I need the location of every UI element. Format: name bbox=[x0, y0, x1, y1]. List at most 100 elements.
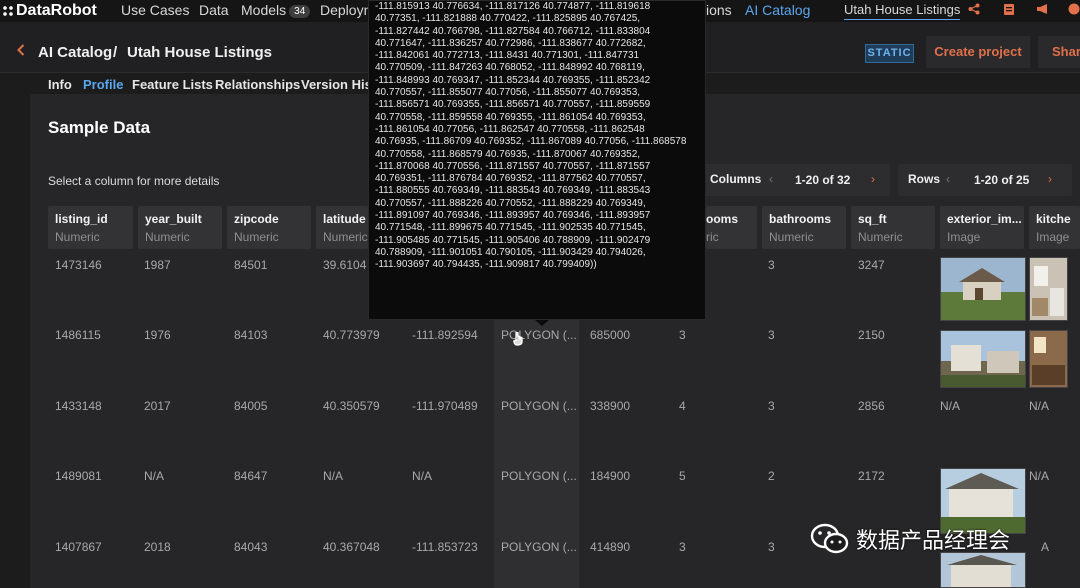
watermark-text: 数据产品经理会 bbox=[856, 528, 1011, 553]
table-cell[interactable]: POLYGON (... bbox=[501, 399, 577, 413]
share-button[interactable]: Share bbox=[1038, 36, 1080, 68]
table-cell[interactable]: 1407867 bbox=[55, 540, 102, 554]
tooltip-line: 40.769351, -111.876784 40.769352, -111.8… bbox=[375, 173, 646, 185]
table-cell[interactable]: 40.350579 bbox=[323, 399, 380, 413]
mouse-cursor-icon bbox=[513, 332, 523, 346]
table-cell[interactable]: 1473146 bbox=[55, 258, 102, 272]
nav-models[interactable]: Models 34 bbox=[241, 2, 311, 18]
column-header-listing-id[interactable]: listing_id Numeric bbox=[48, 206, 133, 249]
column-header-latitude[interactable]: latitude Numeric bbox=[316, 206, 368, 249]
column-header-bedrooms[interactable]: ooms ric bbox=[706, 206, 757, 249]
table-cell[interactable]: 4 bbox=[679, 399, 686, 413]
kitchen-image-thumbnail[interactable] bbox=[1029, 257, 1068, 321]
columns-next-chevron-icon[interactable]: › bbox=[871, 172, 875, 186]
brand-logo[interactable]: DataRobot bbox=[0, 1, 97, 21]
column-header-sq-ft[interactable]: sq_ft Numeric bbox=[851, 206, 935, 249]
back-chevron-icon[interactable] bbox=[17, 43, 25, 61]
table-cell[interactable]: 1987 bbox=[144, 258, 171, 272]
column-type: Image bbox=[947, 230, 981, 244]
kitchen-image-thumbnail[interactable] bbox=[1029, 330, 1068, 388]
table-cell[interactable]: 1489081 bbox=[55, 469, 102, 483]
table-cell[interactable]: 2172 bbox=[858, 469, 885, 483]
table-cell[interactable]: 3 bbox=[679, 540, 686, 554]
table-cell[interactable]: 685000 bbox=[590, 328, 630, 342]
exterior-image-thumbnail[interactable] bbox=[940, 330, 1026, 388]
table-cell[interactable]: 3 bbox=[679, 328, 686, 342]
nav-deployments[interactable]: Deployn bbox=[320, 2, 371, 18]
table-cell[interactable]: 2018 bbox=[144, 540, 171, 554]
column-name: ooms bbox=[706, 212, 739, 226]
table-cell[interactable]: N/A bbox=[323, 469, 343, 483]
table-cell[interactable]: 84103 bbox=[234, 328, 267, 342]
document-icon[interactable] bbox=[1003, 3, 1015, 19]
table-cell[interactable]: 84647 bbox=[234, 469, 267, 483]
table-cell[interactable]: 5 bbox=[679, 469, 686, 483]
table-cell[interactable]: 338900 bbox=[590, 399, 630, 413]
tab-relationships[interactable]: Relationships bbox=[215, 77, 300, 92]
column-header-zipcode[interactable]: zipcode Numeric bbox=[227, 206, 311, 249]
table-cell[interactable]: 84501 bbox=[234, 258, 267, 272]
nav-data[interactable]: Data bbox=[199, 2, 229, 18]
column-type: ric bbox=[706, 230, 719, 244]
table-cell[interactable]: N/A bbox=[1029, 399, 1049, 413]
table-cell[interactable]: 3247 bbox=[858, 258, 885, 272]
column-header-bathrooms[interactable]: bathrooms Numeric bbox=[762, 206, 846, 249]
table-cell[interactable]: 2017 bbox=[144, 399, 171, 413]
tab-feature-lists[interactable]: Feature Lists bbox=[132, 77, 213, 92]
megaphone-icon[interactable] bbox=[1036, 3, 1050, 18]
table-cell[interactable]: POLYGON (... bbox=[501, 540, 577, 554]
table-cell[interactable]: 414890 bbox=[590, 540, 630, 554]
table-cell[interactable]: 2150 bbox=[858, 328, 885, 342]
tooltip-line: 40.771647, -111.836257 40.772986, -111.8… bbox=[375, 37, 646, 49]
nav-applications[interactable]: ions bbox=[706, 2, 732, 18]
table-cell[interactable]: -111.853723 bbox=[412, 540, 478, 554]
create-project-button[interactable]: Create project bbox=[926, 36, 1030, 68]
table-cell[interactable]: N/A bbox=[412, 469, 432, 483]
table-cell[interactable]: -111.892594 bbox=[412, 328, 478, 342]
column-header-year-built[interactable]: year_built Numeric bbox=[138, 206, 222, 249]
nav-ai-catalog[interactable]: AI Catalog bbox=[745, 2, 810, 18]
share-network-icon[interactable] bbox=[968, 3, 980, 18]
table-cell[interactable]: 184900 bbox=[590, 469, 630, 483]
table-cell[interactable]: 39.6104 bbox=[323, 258, 366, 272]
table-cell[interactable]: POLYGON (... bbox=[501, 469, 577, 483]
table-cell[interactable]: 1976 bbox=[144, 328, 171, 342]
breadcrumb-ai-catalog[interactable]: AI Catalog bbox=[38, 44, 112, 61]
table-cell[interactable]: 1486115 bbox=[55, 328, 101, 342]
exterior-image-thumbnail[interactable] bbox=[940, 552, 1026, 588]
table-cell[interactable]: 1433148 bbox=[55, 399, 102, 413]
table-cell[interactable]: A bbox=[1041, 540, 1049, 554]
table-cell[interactable]: 3 bbox=[768, 328, 775, 342]
table-cell[interactable]: 2 bbox=[768, 469, 775, 483]
table-cell[interactable]: 40.773979 bbox=[323, 328, 380, 342]
nav-use-cases[interactable]: Use Cases bbox=[121, 2, 189, 18]
tooltip-line: 40.77351, -111.821888 40.770422, -111.82… bbox=[375, 13, 641, 25]
column-header-exterior-image[interactable]: exterior_im... Image bbox=[940, 206, 1024, 249]
project-selector[interactable]: Utah House Listings bbox=[844, 2, 961, 20]
table-cell[interactable]: N/A bbox=[1029, 469, 1049, 483]
watermark: 数据产品经理会 bbox=[810, 522, 1010, 556]
table-cell[interactable]: 3 bbox=[768, 399, 775, 413]
models-count-badge: 34 bbox=[289, 5, 311, 18]
tooltip-text: -111.815913 40.776634, -111.817126 40.77… bbox=[375, 1, 705, 272]
table-cell[interactable]: -111.970489 bbox=[412, 399, 478, 413]
tab-info[interactable]: Info bbox=[48, 77, 72, 92]
help-icon[interactable] bbox=[1068, 3, 1080, 18]
table-cell[interactable]: 3 bbox=[768, 258, 775, 272]
table-cell[interactable]: N/A bbox=[940, 399, 960, 413]
table-cell[interactable]: 2856 bbox=[858, 399, 885, 413]
columns-prev-chevron-icon[interactable]: ‹ bbox=[769, 172, 773, 186]
rows-prev-chevron-icon[interactable]: ‹ bbox=[946, 172, 950, 186]
tab-version-history[interactable]: Version Hist bbox=[301, 77, 376, 92]
rows-next-chevron-icon[interactable]: › bbox=[1048, 172, 1052, 186]
table-cell[interactable]: N/A bbox=[144, 469, 164, 483]
table-cell[interactable]: 84005 bbox=[234, 399, 267, 413]
select-column-hint: Select a column for more details bbox=[48, 174, 220, 188]
column-header-kitchen-image[interactable]: kitche Image bbox=[1029, 206, 1080, 249]
table-cell[interactable]: 3 bbox=[768, 540, 775, 554]
columns-pager-label: Columns bbox=[710, 172, 762, 186]
table-cell[interactable]: 84043 bbox=[234, 540, 267, 554]
tab-profile[interactable]: Profile bbox=[83, 77, 123, 92]
exterior-image-thumbnail[interactable] bbox=[940, 257, 1026, 321]
table-cell[interactable]: 40.367048 bbox=[323, 540, 380, 554]
